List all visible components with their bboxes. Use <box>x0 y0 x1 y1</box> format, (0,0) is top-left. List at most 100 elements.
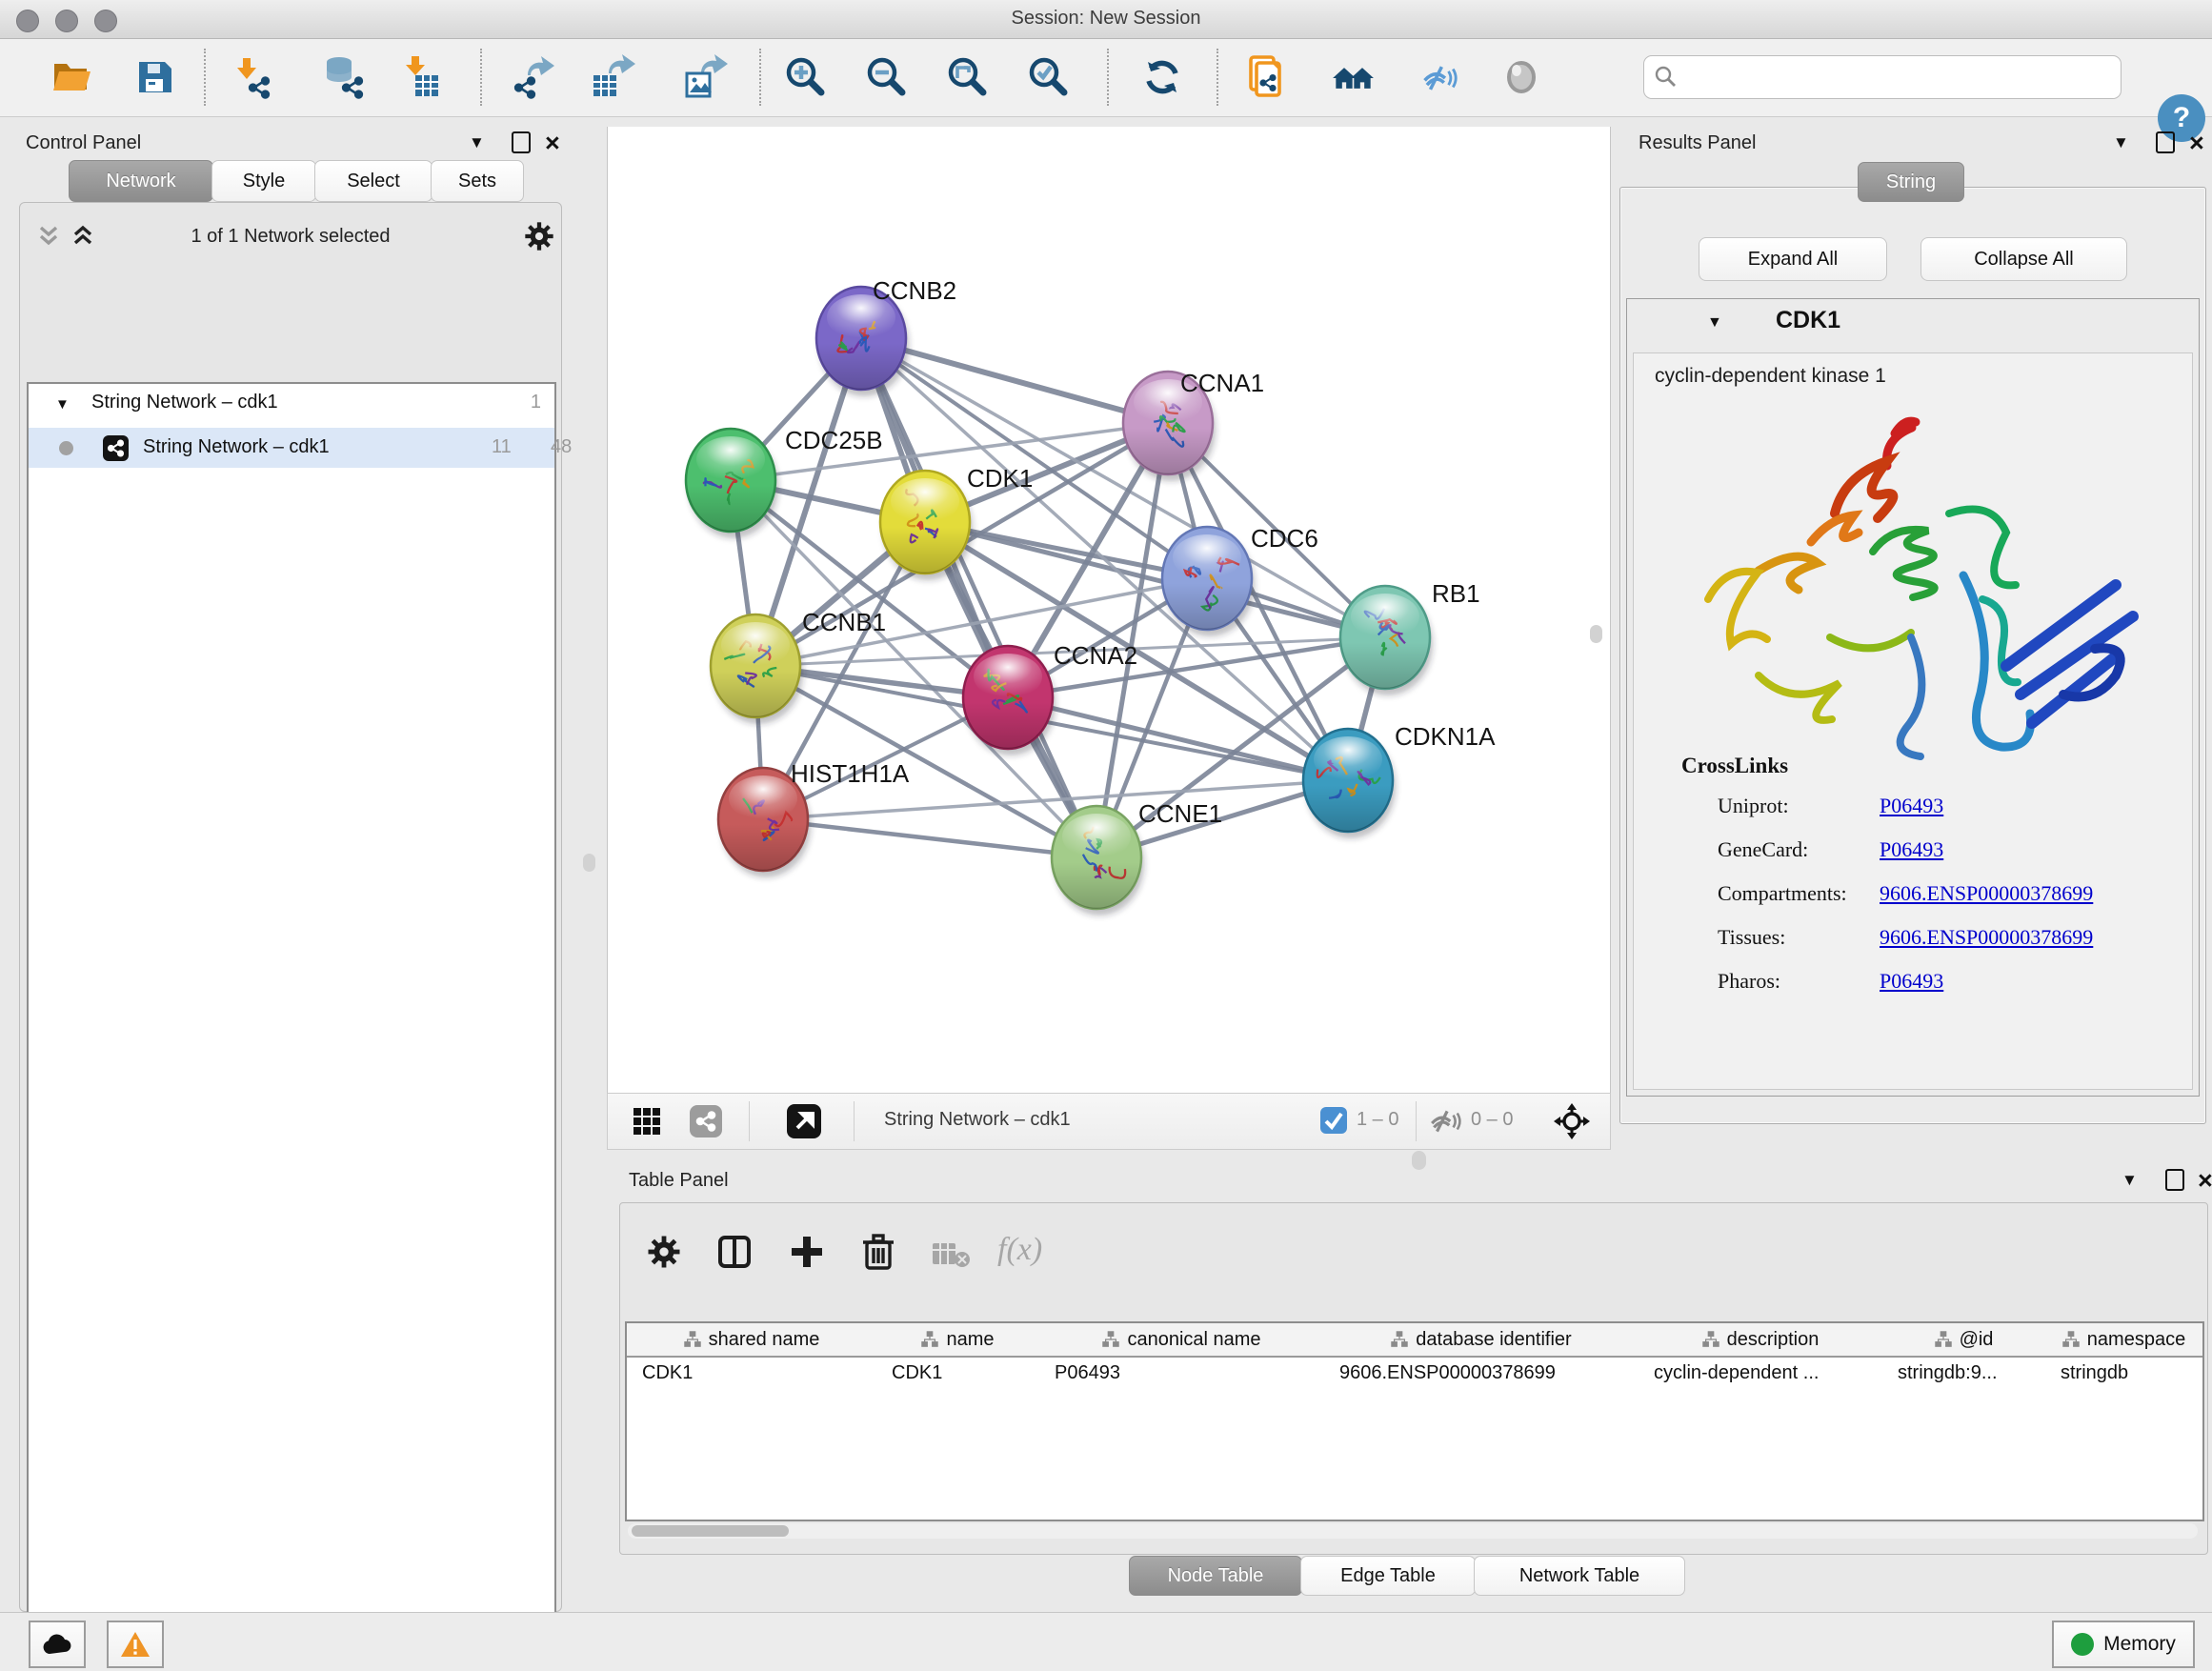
search-box <box>1643 55 2122 99</box>
table-cell[interactable]: P06493 <box>1039 1358 1324 1388</box>
table-panel-close-icon[interactable]: × <box>2198 1171 2212 1190</box>
results-panel-close-icon[interactable]: × <box>2189 133 2204 152</box>
collection-expander-icon[interactable]: ▼ <box>55 396 70 413</box>
crosslink-pharos-link[interactable]: P06493 <box>1880 969 1943 994</box>
table-cell[interactable]: cyclin-dependent ... <box>1639 1358 1882 1388</box>
collection-label: String Network – cdk1 <box>91 392 278 413</box>
warning-status-button[interactable] <box>107 1621 164 1668</box>
results-panel-float-icon[interactable] <box>2156 131 2175 153</box>
table-cell[interactable]: CDK1 <box>876 1358 1039 1388</box>
expand-all-button[interactable]: Expand All <box>1699 237 1887 281</box>
toolbar-separator <box>749 1101 750 1141</box>
refresh-icon[interactable] <box>1139 54 1185 100</box>
hidden-eye-slash-icon[interactable] <box>1429 1109 1461 1134</box>
hide-panel-eye-icon[interactable] <box>1416 54 1461 100</box>
svg-text:CCNA1: CCNA1 <box>1180 369 1264 397</box>
zoom-fit-icon[interactable] <box>944 54 990 100</box>
scrollbar-thumb[interactable] <box>632 1525 789 1537</box>
tab-edge-table[interactable]: Edge Table <box>1300 1556 1476 1596</box>
import-table-icon[interactable] <box>396 54 442 100</box>
crosslink-compartments-link[interactable]: 9606.ENSP00000378699 <box>1880 881 2093 906</box>
gene-description: cyclin-dependent kinase 1 <box>1655 365 1886 388</box>
svg-text:RB1: RB1 <box>1432 579 1480 608</box>
results-panel-menu-icon[interactable]: ▼ <box>2113 133 2129 152</box>
import-network-database-icon[interactable] <box>321 54 367 100</box>
add-column-icon[interactable] <box>790 1235 824 1269</box>
protein-structure-image <box>1668 399 2163 780</box>
tab-network[interactable]: Network <box>69 160 213 202</box>
tab-node-table[interactable]: Node Table <box>1129 1556 1302 1596</box>
svg-text:CDKN1A: CDKN1A <box>1395 722 1496 751</box>
network-label: String Network – cdk1 <box>143 436 330 458</box>
gene-expander-icon[interactable]: ▼ <box>1707 314 1722 332</box>
vertical-splitter-handle[interactable] <box>1590 625 1602 643</box>
delete-column-icon[interactable] <box>860 1233 896 1271</box>
window-title: Session: New Session <box>0 8 2212 30</box>
cloud-status-button[interactable] <box>29 1621 86 1668</box>
open-in-browser-icon[interactable] <box>1244 54 1290 100</box>
table-panel-menu-icon[interactable]: ▼ <box>2122 1171 2138 1190</box>
control-panel-close-icon[interactable]: × <box>545 133 560 152</box>
zoom-in-icon[interactable] <box>782 54 828 100</box>
apply-function-icon[interactable]: f(x) <box>997 1232 1042 1268</box>
birdseye-grid-icon[interactable] <box>633 1107 661 1136</box>
zoom-selected-icon[interactable] <box>1025 54 1071 100</box>
save-session-icon[interactable] <box>131 54 177 100</box>
control-panel-float-icon[interactable] <box>512 131 531 153</box>
table-cell[interactable]: 9606.ENSP00000378699 <box>1324 1358 1639 1388</box>
show-panel-eye-icon[interactable] <box>1498 54 1544 100</box>
export-network-icon[interactable] <box>511 54 556 100</box>
table-horizontal-scrollbar[interactable] <box>628 1523 2198 1539</box>
table-settings-gear-icon[interactable] <box>647 1235 681 1269</box>
table-cell[interactable]: stringdb:9... <box>1882 1358 2045 1388</box>
export-table-icon[interactable] <box>590 54 635 100</box>
table-cell[interactable]: stringdb <box>2045 1358 2202 1388</box>
crosslink-genecard-link[interactable]: P06493 <box>1880 837 1943 862</box>
open-view-icon[interactable] <box>787 1104 821 1138</box>
crosslink-tissues-link[interactable]: 9606.ENSP00000378699 <box>1880 925 2093 950</box>
collapse-all-button[interactable]: Collapse All <box>1920 237 2127 281</box>
delete-table-icon[interactable] <box>933 1241 971 1268</box>
network-collection-row[interactable]: ▼ String Network – cdk1 1 <box>29 392 554 426</box>
export-image-icon[interactable] <box>682 54 728 100</box>
table-panel-float-icon[interactable] <box>2165 1169 2184 1191</box>
tab-style[interactable]: Style <box>211 160 316 202</box>
search-input[interactable] <box>1686 60 2109 92</box>
table-cell[interactable]: CDK1 <box>627 1358 876 1388</box>
selected-checkbox-icon[interactable] <box>1320 1107 1347 1134</box>
expand-all-icon[interactable] <box>69 222 97 251</box>
crosslink-uniprot-link[interactable]: P06493 <box>1880 794 1943 818</box>
string-network-icon <box>103 435 129 461</box>
network-options-gear-icon[interactable] <box>524 221 554 252</box>
import-network-file-icon[interactable] <box>228 54 273 100</box>
network-canvas[interactable]: CCNB2CCNA1CDC25BCDK1CDC6RB1CCNB1CCNA2CDK… <box>607 127 1611 1093</box>
toolbar-separator <box>1416 1101 1417 1141</box>
tab-string-results[interactable]: String <box>1858 162 1964 202</box>
network-row-selected[interactable]: String Network – cdk1 11 48 <box>29 428 554 468</box>
graph-node-CDC6 <box>1162 527 1255 636</box>
toolbar-separator <box>759 49 761 106</box>
svg-text:CCNA2: CCNA2 <box>1054 641 1137 670</box>
control-panel-title: Control Panel <box>26 132 141 154</box>
vertical-splitter-handle[interactable] <box>583 854 595 872</box>
node-table: shared name name canonical name database… <box>625 1321 2204 1521</box>
collapse-all-icon[interactable] <box>34 222 63 251</box>
tab-network-table[interactable]: Network Table <box>1474 1556 1685 1596</box>
crosslinks-heading: CrossLinks <box>1681 754 1788 778</box>
svg-text:HIST1H1A: HIST1H1A <box>791 759 910 788</box>
memory-button[interactable]: Memory <box>2052 1621 2195 1668</box>
graph-node-CDKN1A <box>1303 729 1396 838</box>
crosslink-label: Tissues: <box>1718 925 1785 950</box>
tab-select[interactable]: Select <box>314 160 432 202</box>
cloud-icon <box>41 1633 73 1656</box>
home-pages-icon[interactable] <box>1330 54 1376 100</box>
tab-sets[interactable]: Sets <box>431 160 524 202</box>
crosslink-label: GeneCard: <box>1718 837 1808 862</box>
zoom-out-icon[interactable] <box>863 54 909 100</box>
status-bar: Memory <box>0 1612 2212 1671</box>
pan-crosshair-icon[interactable] <box>1553 1102 1591 1140</box>
open-session-icon[interactable] <box>49 54 94 100</box>
string-style-icon[interactable] <box>690 1105 722 1137</box>
control-panel-menu-icon[interactable]: ▼ <box>469 133 485 152</box>
show-columns-icon[interactable] <box>717 1235 752 1269</box>
